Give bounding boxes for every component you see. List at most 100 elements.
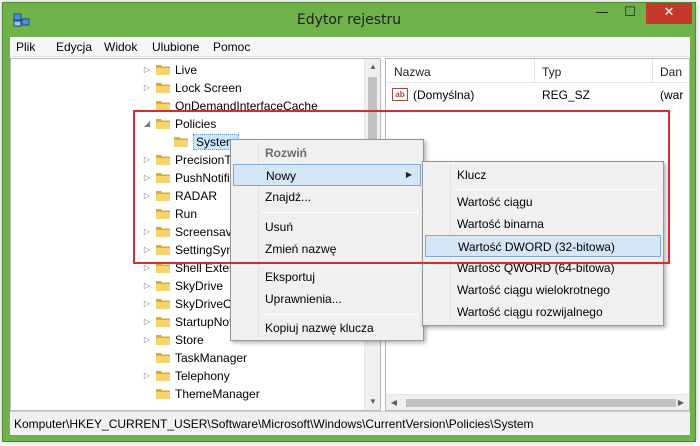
value-data: (war [660,88,684,102]
tree-item[interactable]: TaskManager [11,349,366,367]
new-submenu: Klucz Wartość ciągu Wartość binarna Wart… [422,161,664,326]
tree-item-label: OnDemandInterfaceCache [175,99,318,113]
scroll-right-arrow-icon[interactable]: ▶ [673,395,689,410]
submenu-item-qword-value[interactable]: Wartość QWORD (64-bitowa) [425,257,661,279]
menu-item-copy-key-name[interactable]: Kopiuj nazwę klucza [233,317,421,339]
folder-icon [156,317,170,327]
tree-expander-icon[interactable]: ◢ [143,119,151,128]
tree-expander-icon[interactable]: ▷ [143,299,151,308]
folder-icon [156,155,170,165]
close-button[interactable]: ✕ [646,3,692,24]
menu-separator [453,189,659,190]
submenu-item-multi-string-value[interactable]: Wartość ciągu wielokrotnego [425,279,661,301]
tree-item-label: Lock Screen [175,81,242,95]
tree-item[interactable]: ▷ Live [11,61,366,79]
submenu-item-string-value[interactable]: Wartość ciągu [425,191,661,213]
tree-item-label: Live [175,63,198,77]
menu-item-label: Nowy [266,169,297,183]
tree-item[interactable]: ▷ Telephony [11,367,366,385]
menu-item-label: Wartość ciągu wielokrotnego [457,283,610,297]
menu-file[interactable]: Plik [16,40,35,54]
tree-expander-icon[interactable]: ▷ [143,281,151,290]
menu-item-label: Wartość ciągu rozwijalnego [457,305,603,319]
submenu-item-key[interactable]: Klucz [425,164,661,186]
tree-item-label: Store [175,333,204,347]
status-path: Komputer\HKEY_CURRENT_USER\Software\Micr… [14,417,534,431]
tree-expander-icon[interactable]: ▷ [143,155,151,164]
tree-item-label: PrecisionTo [175,153,238,167]
menu-separator [261,264,419,265]
folder-icon [156,335,170,345]
tree-item-label: Run [175,207,198,221]
tree-item-label: TaskManager [175,351,248,365]
column-header-name[interactable]: Nazwa [394,65,431,79]
tree-expander-icon[interactable]: ▷ [143,335,151,344]
scroll-down-arrow-icon[interactable]: ▼ [365,394,380,410]
maximize-button[interactable]: ☐ [617,3,643,24]
minimize-button[interactable]: — [589,3,615,24]
tree-item-label: ThemeManager [175,387,260,401]
tree-expander-icon[interactable]: ▷ [143,191,151,200]
tree-item[interactable]: ▷ Lock Screen [11,79,366,97]
folder-icon [156,119,170,129]
tree-item-label: PushNotific [175,171,236,185]
column-divider[interactable] [652,59,653,83]
column-header-data[interactable]: Dan [660,65,682,79]
tree-item-label: Policies [175,117,217,131]
submenu-arrow-icon: ▶ [405,170,412,179]
tree-item-label: RADAR [175,189,218,203]
column-header-type[interactable]: Typ [542,65,561,79]
menu-bar: Plik Edycja Widok Ulubione Pomoc [10,37,690,57]
scroll-left-arrow-icon[interactable]: ◀ [386,395,402,410]
menu-help[interactable]: Pomoc [213,40,250,54]
menu-item-label: Wartość DWORD (32-bitowa) [458,240,615,254]
list-row[interactable]: ab (Domyślna) REG_SZ (war [386,86,689,104]
tree-expander-icon[interactable]: ▷ [143,371,151,380]
menu-item-rename[interactable]: Zmień nazwę [233,238,421,260]
value-type: REG_SZ [542,88,591,102]
list-header: Nazwa Typ Dan [386,59,689,83]
menu-item-label: Wartość binarna [457,217,544,231]
tree-expander-icon[interactable]: ▷ [143,263,151,272]
scroll-thumb[interactable] [406,399,676,407]
menu-item-expand: Rozwiń [233,142,421,164]
tree-expander-icon[interactable]: ▷ [143,227,151,236]
submenu-item-dword-value[interactable]: Wartość DWORD (32-bitowa) [425,235,661,257]
folder-icon [156,245,170,255]
tree-expander-icon[interactable]: ▷ [143,65,151,74]
scroll-up-arrow-icon[interactable]: ▲ [365,59,380,75]
tree-expander-icon[interactable]: ▷ [143,173,151,182]
tree-item-label: Telephony [175,369,230,383]
menu-favorites[interactable]: Ulubione [152,40,199,54]
submenu-item-expandable-string-value[interactable]: Wartość ciągu rozwijalnego [425,301,661,323]
folder-icon [174,137,188,147]
tree-expander-icon[interactable]: ▷ [143,317,151,326]
folder-icon [156,173,170,183]
folder-icon [156,371,170,381]
folder-icon [156,299,170,309]
title-bar[interactable]: Edytor rejestru — ☐ ✕ [3,3,695,37]
tree-item[interactable]: ThemeManager [11,385,366,403]
tree-item-label: SkyDrive [175,279,224,293]
submenu-item-binary-value[interactable]: Wartość binarna [425,213,661,235]
menu-item-delete[interactable]: Usuń [233,216,421,238]
menu-item-label: Wartość QWORD (64-bitowa) [457,261,615,275]
folder-icon [156,227,170,237]
menu-view[interactable]: Widok [104,40,137,54]
folder-icon [156,281,170,291]
tree-item[interactable]: OnDemandInterfaceCache [11,97,366,115]
menu-item-label: Rozwiń [265,146,307,160]
folder-icon [156,353,170,363]
tree-expander-icon[interactable]: ▷ [143,83,151,92]
menu-item-label: Uprawnienia... [265,292,342,306]
tree-item[interactable]: ◢ Policies [11,115,366,133]
column-divider[interactable] [534,59,535,83]
menu-item-permissions[interactable]: Uprawnienia... [233,288,421,310]
tree-expander-icon[interactable]: ▷ [143,245,151,254]
menu-item-new[interactable]: Nowy ▶ [233,164,421,186]
menu-item-export[interactable]: Eksportuj [233,266,421,288]
menu-edit[interactable]: Edycja [56,40,92,54]
string-value-icon: ab [392,88,408,101]
menu-item-find[interactable]: Znajdź... [233,186,421,208]
list-horizontal-scrollbar[interactable]: ◀ ▶ [386,394,689,410]
